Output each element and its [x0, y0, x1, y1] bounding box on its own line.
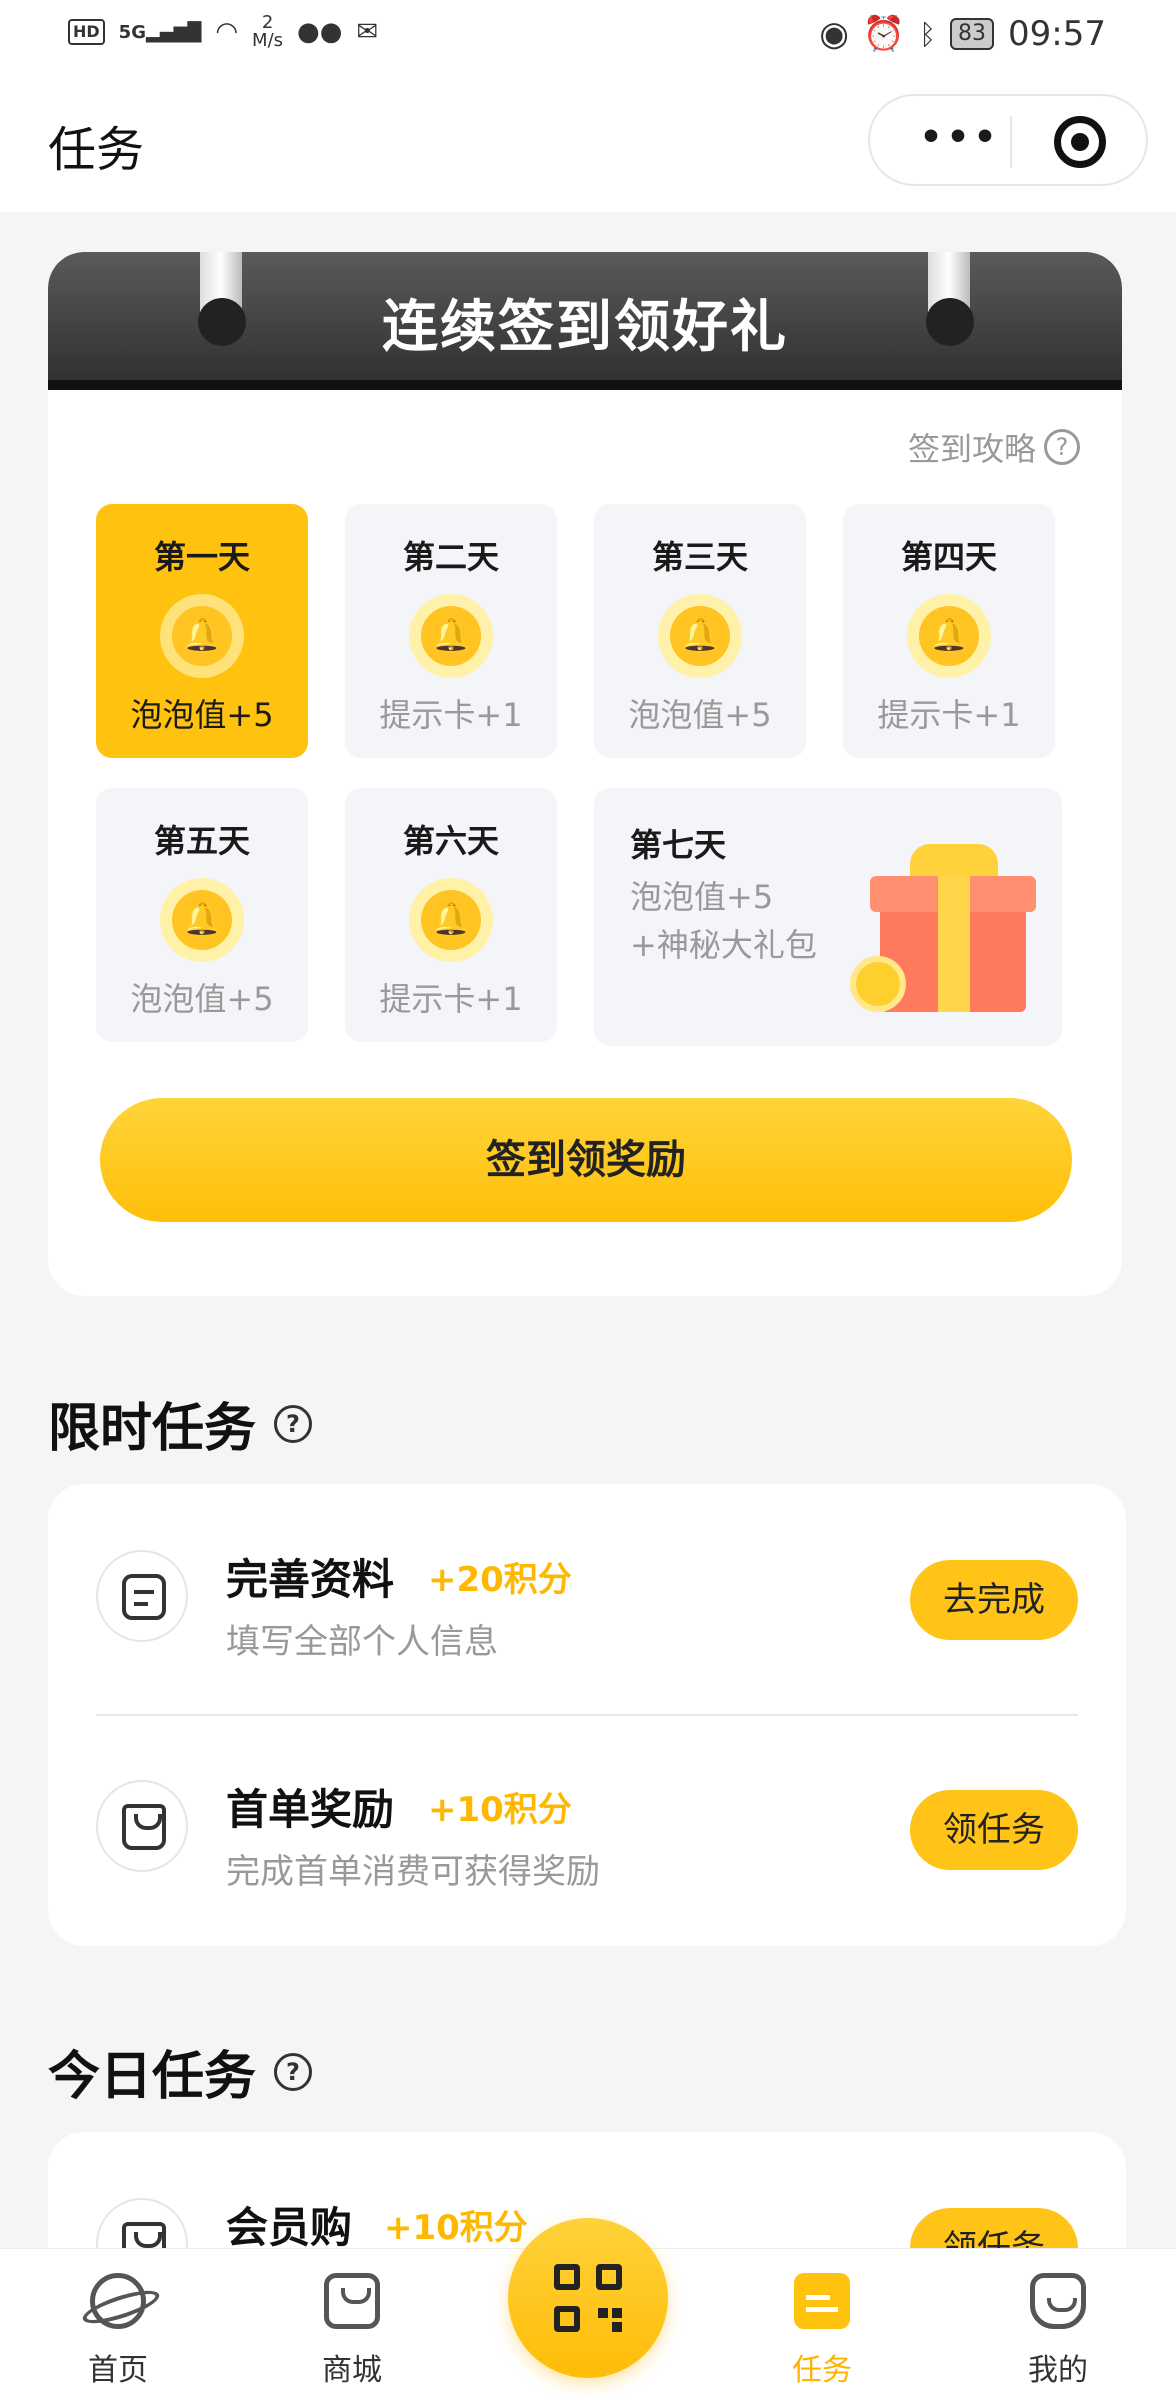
signin-day-5[interactable]: 第五天 🔔 泡泡值+5 [96, 788, 308, 1042]
task-points: +20积分 [428, 1560, 572, 1600]
tab-tasks[interactable]: 任务 [742, 2249, 902, 2400]
task-points: +10积分 [428, 1790, 572, 1830]
mall-bag-icon [324, 2273, 380, 2329]
speed-unit: M/s [252, 30, 284, 51]
signin-day-6[interactable]: 第六天 🔔 提示卡+1 [345, 788, 557, 1042]
bell-coin-icon: 🔔 [160, 594, 244, 678]
more-dots-icon: ••• [919, 117, 1001, 158]
status-right: ◉ ⏰ ᛒ 83 09:57 [819, 14, 1106, 54]
task-icon [794, 2273, 850, 2329]
tab-home[interactable]: 首页 [38, 2249, 198, 2400]
capsule-divider [1010, 116, 1012, 168]
task-row: 首单奖励 +10积分 完成首单消费可获得奖励 领任务 [48, 1716, 1126, 1946]
signin-banner: 连续签到领好礼 [48, 252, 1122, 390]
bell-coin-icon: 🔔 [907, 594, 991, 678]
page-title: 任务 [48, 122, 145, 178]
network-speed: 2 M/s [252, 14, 283, 50]
task-complete-button[interactable]: 去完成 [910, 1560, 1078, 1640]
network-signal-icon: 5G▂▄▆█ [118, 21, 202, 43]
signin-card: 连续签到领好礼 签到攻略 ? 第一天 🔔 泡泡值+5 第二天 🔔 提示卡+1 第… [48, 252, 1122, 1296]
status-bar: HD 5G▂▄▆█ ◠ 2 M/s ●● ✉ ◉ ⏰ ᛒ 83 09:57 [0, 0, 1176, 72]
day-reward: 泡泡值+5 [628, 696, 772, 734]
network-type: 5G [118, 21, 146, 43]
qr-scan-icon [554, 2264, 622, 2332]
signin-day-4[interactable]: 第四天 🔔 提示卡+1 [843, 504, 1055, 758]
signin-claim-button[interactable]: 签到领奖励 [100, 1098, 1072, 1222]
tab-label: 任务 [792, 2353, 852, 2388]
signin-strategy-link[interactable]: 签到攻略 ? [908, 424, 1080, 470]
tab-label: 我的 [1028, 2353, 1088, 2388]
strategy-label: 签到攻略 [907, 430, 1036, 468]
day7-reward-1: 泡泡值+5 [630, 878, 774, 916]
day-reward: 泡泡值+5 [130, 696, 274, 734]
home-planet-icon [90, 2273, 146, 2329]
daily-tasks-heading: 今日任务 ? [48, 2034, 313, 2109]
bell-coin-icon: 🔔 [160, 878, 244, 962]
alarm-icon: ⏰ [862, 14, 906, 54]
scan-qr-button[interactable] [508, 2218, 668, 2378]
day-reward: 提示卡+1 [379, 696, 523, 734]
day-name: 第五天 [153, 822, 250, 860]
day-name: 第二天 [402, 538, 499, 576]
limited-tasks-card: 完善资料 +20积分 填写全部个人信息 去完成 首单奖励 +10积分 完成首单消… [48, 1484, 1126, 1946]
limited-tasks-heading: 限时任务 ? [48, 1386, 313, 1461]
day-name: 第四天 [900, 538, 997, 576]
signin-day-3[interactable]: 第三天 🔔 泡泡值+5 [594, 504, 806, 758]
day-reward: 提示卡+1 [877, 696, 1021, 734]
more-menu-button[interactable]: ••• [910, 118, 1010, 166]
task-desc: 完成首单消费可获得奖励 [226, 1852, 600, 1892]
section-title: 限时任务 [48, 1399, 257, 1459]
day7-reward-2: +神秘大礼包 [630, 926, 817, 964]
tab-me[interactable]: 我的 [978, 2249, 1138, 2400]
shopping-bag-icon [96, 1780, 188, 1872]
miniapp-capsule: ••• [868, 94, 1148, 186]
day-name: 第一天 [153, 538, 250, 576]
day-reward: 提示卡+1 [379, 980, 523, 1018]
banner-title: 连续签到领好礼 [382, 295, 788, 360]
tab-mall[interactable]: 商城 [272, 2249, 432, 2400]
help-icon[interactable]: ? [274, 2052, 313, 2091]
tab-label: 首页 [88, 2353, 148, 2388]
wechat-icon: ●● [297, 17, 343, 47]
help-icon: ? [1044, 429, 1080, 465]
coin-icon [850, 956, 906, 1012]
wifi-icon: ◠ [215, 17, 239, 47]
task-name: 会员购 [226, 2203, 353, 2252]
profile-doc-icon [96, 1550, 188, 1642]
day-name: 第三天 [651, 538, 748, 576]
profile-icon [1030, 2273, 1086, 2329]
nav-bar: 任务 ••• [0, 72, 1176, 212]
battery-indicator: 83 [950, 18, 995, 50]
task-name: 完善资料 [226, 1555, 395, 1604]
bell-coin-icon: 🔔 [658, 594, 742, 678]
status-left: HD 5G▂▄▆█ ◠ 2 M/s ●● ✉ [68, 14, 378, 50]
task-name: 首单奖励 [226, 1785, 395, 1834]
tab-label: 商城 [322, 2353, 382, 2388]
task-points: +10积分 [384, 2208, 528, 2248]
bell-coin-icon: 🔔 [409, 594, 493, 678]
task-row: 完善资料 +20积分 填写全部个人信息 去完成 [48, 1484, 1126, 1714]
mail-icon: ✉ [356, 17, 379, 47]
day-reward: 泡泡值+5 [130, 980, 274, 1018]
section-title: 今日任务 [48, 2047, 257, 2107]
bluetooth-icon: ᛒ [919, 17, 937, 51]
bell-coin-icon: 🔔 [409, 878, 493, 962]
signin-day-1[interactable]: 第一天 🔔 泡泡值+5 [96, 504, 308, 758]
signin-day-7[interactable]: 第七天 泡泡值+5 +神秘大礼包 [594, 788, 1062, 1046]
hd-badge: HD [68, 19, 105, 45]
task-claim-button[interactable]: 领任务 [910, 1790, 1078, 1870]
task-desc: 填写全部个人信息 [226, 1622, 498, 1662]
day-name: 第七天 [630, 826, 727, 864]
clock: 09:57 [1008, 14, 1106, 54]
signin-day-2[interactable]: 第二天 🔔 提示卡+1 [345, 504, 557, 758]
eye-icon: ◉ [819, 14, 849, 54]
help-icon[interactable]: ? [274, 1404, 313, 1443]
day-name: 第六天 [402, 822, 499, 860]
close-miniapp-button[interactable] [1054, 116, 1106, 168]
